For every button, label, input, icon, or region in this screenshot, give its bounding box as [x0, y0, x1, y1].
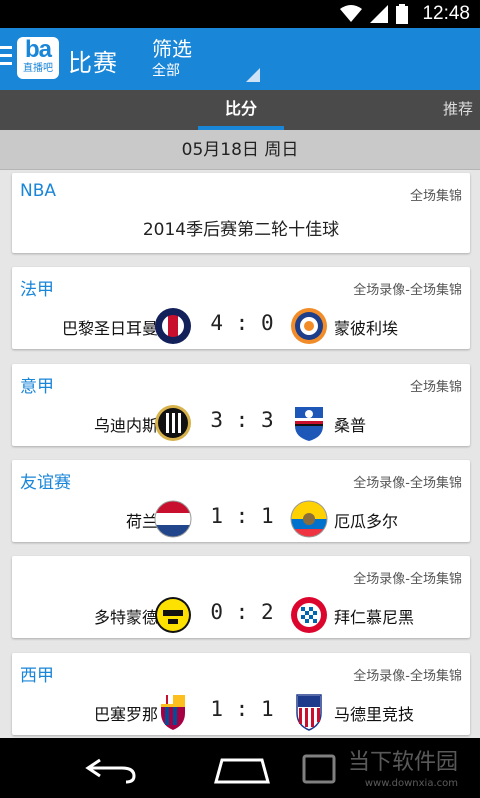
sampdoria-crest-icon [290, 404, 328, 442]
action-bar: ba 直播吧 比赛 筛选 全部 [0, 28, 480, 90]
away-team: 马德里竞技 [334, 705, 415, 724]
match-card[interactable]: 意甲 全场集锦 乌迪内斯 3 : 3 桑普 [12, 364, 470, 446]
match-card[interactable]: NBA 全场集锦 2014季后赛第二轮十佳球 [12, 173, 470, 253]
system-nav-bar: 当下软件园 www.downxia.com [0, 738, 480, 798]
filter-dropdown[interactable]: 筛选 全部 [152, 36, 192, 80]
score: 0 : 2 [210, 600, 274, 624]
ecuador-flag-icon [290, 500, 328, 538]
home-team: 多特蒙德 [93, 608, 158, 627]
match-card[interactable]: 西甲 全场录像-全场集锦 巴塞罗那 1 : 1 马德里竞技 [12, 653, 470, 735]
score: 4 : 0 [210, 311, 274, 335]
watermark: 当下软件园 www.downxia.com [348, 744, 458, 789]
league-name: 西甲 [20, 666, 54, 686]
barcelona-crest-icon [154, 693, 192, 731]
score: 1 : 1 [210, 697, 274, 721]
signal-icon [370, 5, 389, 23]
app-logo[interactable]: ba 直播吧 [17, 37, 59, 79]
filter-label: 筛选 [152, 37, 192, 61]
battery-icon [396, 4, 409, 24]
home-team: 乌迪内斯 [93, 416, 158, 435]
league-name: 友谊赛 [20, 473, 71, 493]
match-card[interactable]: 法甲 全场录像-全场集锦 巴黎圣日耳曼 4 : 0 蒙彼利埃 [12, 267, 470, 349]
logo-text: 直播吧 [23, 63, 53, 74]
video-tag[interactable]: 全场录像-全场集锦 [353, 665, 462, 684]
udinese-crest-icon [154, 404, 192, 442]
montpellier-crest-icon [290, 307, 328, 345]
watermark-main: 当下软件园 [347, 750, 458, 775]
date-header: 05月18日 周日 [0, 130, 480, 170]
away-team: 蒙彼利埃 [334, 319, 399, 338]
home-team: 巴黎圣日耳曼 [61, 319, 158, 338]
league-name: NBA [20, 181, 57, 201]
back-icon [85, 758, 136, 784]
status-bar: 12:48 [0, 0, 480, 28]
psg-crest-icon [154, 307, 192, 345]
highlight-title: 2014季后赛第二轮十佳球 [142, 220, 340, 240]
score: 1 : 1 [210, 504, 274, 528]
wifi-icon [340, 5, 363, 22]
recents-button[interactable] [290, 752, 350, 786]
video-tag[interactable]: 全场录像-全场集锦 [353, 472, 462, 491]
score: 3 : 3 [210, 408, 274, 432]
netherlands-flag-icon [154, 500, 192, 538]
match-card[interactable]: 全场录像-全场集锦 多特蒙德 0 : 2 拜仁慕尼黑 [12, 556, 470, 638]
drawer-menu-icon[interactable] [0, 46, 14, 70]
video-tag[interactable]: 全场录像-全场集锦 [353, 568, 462, 587]
tab-score[interactable]: 比分 [198, 90, 284, 130]
clock: 12:48 [422, 3, 470, 24]
video-tag[interactable]: 全场集锦 [410, 376, 462, 395]
away-team: 拜仁慕尼黑 [334, 608, 415, 627]
away-team: 桑普 [334, 416, 367, 435]
logo-mark: ba [24, 36, 52, 63]
league-name: 法甲 [20, 280, 54, 300]
video-tag[interactable]: 全场录像-全场集锦 [353, 279, 462, 298]
league-name: 意甲 [20, 377, 54, 397]
away-team: 厄瓜多尔 [334, 512, 399, 531]
home-icon [214, 758, 270, 784]
bayern-crest-icon [290, 596, 328, 634]
page-title: 比赛 [68, 49, 118, 77]
tab-recommend[interactable]: 推荐 [443, 90, 473, 128]
home-team: 巴塞罗那 [93, 705, 158, 724]
watermark-sub: www.downxia.com [364, 778, 458, 789]
filter-value: 全部 [152, 63, 180, 79]
tab-bar: 比分 推荐 [0, 90, 480, 130]
status-icons: 12:48 [340, 3, 470, 25]
video-tag[interactable]: 全场集锦 [410, 185, 462, 204]
match-card[interactable]: 友谊赛 全场录像-全场集锦 荷兰 1 : 1 厄瓜多尔 [12, 460, 470, 542]
recents-icon [302, 754, 336, 784]
dropdown-corner-icon [246, 68, 260, 82]
dortmund-crest-icon [154, 596, 192, 634]
atletico-crest-icon [290, 693, 328, 731]
home-button[interactable] [212, 752, 272, 786]
back-button[interactable] [82, 752, 142, 786]
